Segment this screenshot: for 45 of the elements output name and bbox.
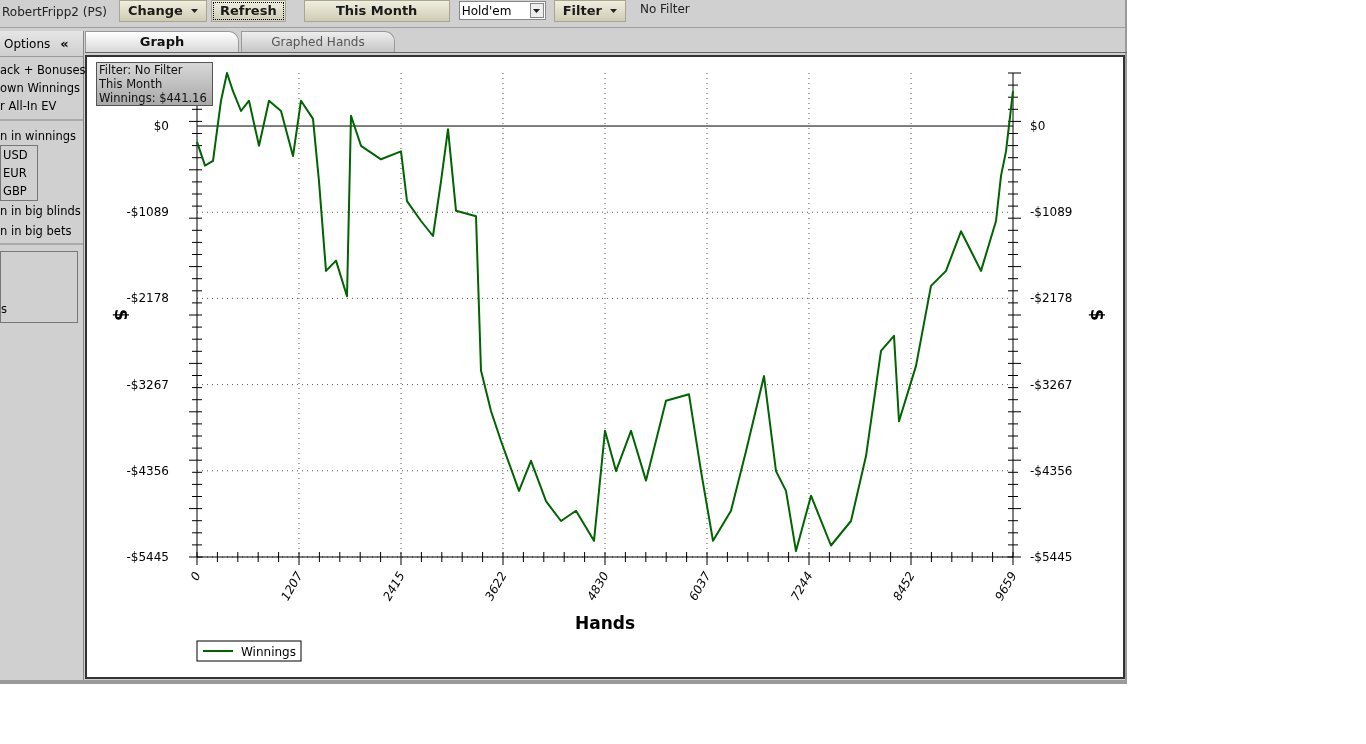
option-item[interactable]: n in big bets	[0, 221, 83, 241]
filter-button[interactable]: Filter	[553, 0, 626, 22]
tooltip-line: Filter: No Filter	[99, 63, 184, 77]
option-item[interactable]: n in big blinds	[0, 201, 83, 221]
x-tick-label: 0	[187, 569, 204, 584]
y-tick-label: -$4356	[1030, 463, 1073, 478]
tab[interactable]: Graphed Hands	[241, 31, 395, 52]
caret-icon	[190, 9, 198, 13]
tooltip-line: This Month	[99, 77, 164, 91]
option-item[interactable]: n in winnings	[0, 127, 83, 145]
options-header: Options	[4, 35, 51, 53]
change-dropdown-button[interactable]: Change	[119, 0, 207, 22]
y-tick-label: -$3267	[1030, 377, 1073, 392]
y-tick-label: -$5445	[1030, 550, 1073, 564]
y-tick-label: -$2178	[1030, 291, 1073, 306]
y-axis-title: $	[1087, 309, 1107, 321]
x-axis-title: Hands	[574, 613, 636, 633]
y-tick-label: -$1089	[1030, 205, 1073, 220]
option-item[interactable]: r All-In EV	[0, 97, 83, 115]
player-name: RobertFripp2 (PS)	[2, 4, 107, 21]
y-tick-label: -$5445	[126, 550, 169, 564]
tooltip-line: Winnings: $441.16	[99, 91, 208, 105]
currency-option[interactable]: EUR	[1, 164, 37, 182]
period-button[interactable]: This Month	[303, 0, 450, 22]
caret-icon	[609, 9, 617, 13]
y-tick-label: $0	[153, 119, 169, 134]
currency-option[interactable]: GBP	[1, 182, 37, 200]
y-tick-label: -$4356	[126, 463, 169, 478]
tab[interactable]: Graph	[85, 31, 239, 52]
group-label: s	[1, 300, 7, 318]
refresh-button[interactable]: Refresh	[210, 0, 286, 22]
option-item[interactable]: own Winnings	[0, 79, 83, 97]
filter-status: No Filter	[639, 1, 690, 18]
currency-option[interactable]: USD	[1, 146, 37, 164]
option-item[interactable]: ack + Bonuses	[0, 61, 83, 79]
y-axis-title: $	[111, 309, 131, 321]
caret-icon	[533, 8, 541, 13]
y-tick-label: $0	[1030, 119, 1046, 134]
legend-label: Winnings	[241, 645, 296, 659]
legend: Winnings	[196, 640, 302, 662]
game-select[interactable]: Hold'em	[458, 1, 546, 20]
y-tick-label: -$3267	[126, 377, 169, 392]
y-tick-label: -$2178	[126, 291, 169, 306]
y-tick-label: -$1089	[126, 205, 169, 220]
collapse-button[interactable]: «	[60, 33, 69, 54]
